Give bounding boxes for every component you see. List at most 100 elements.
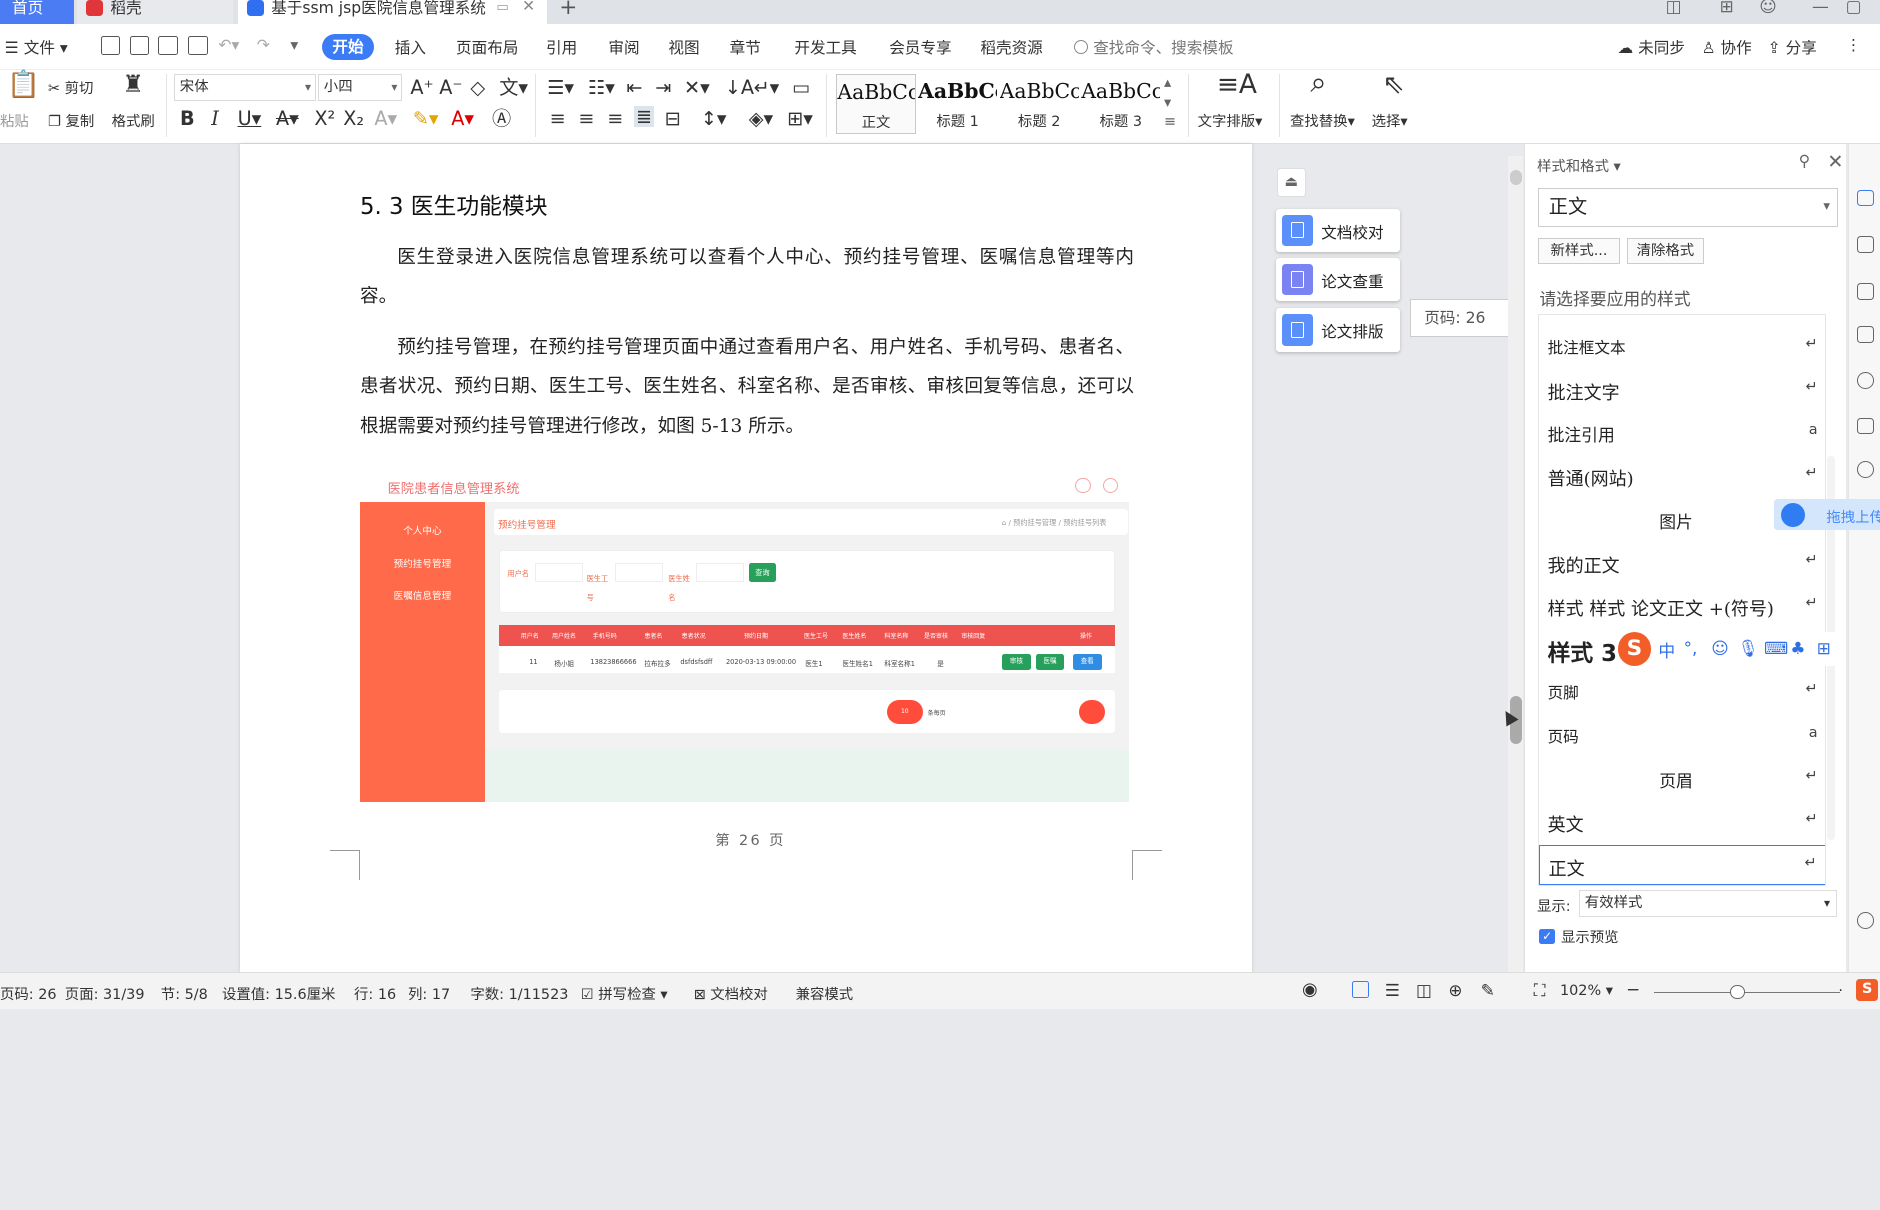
text-layout-icon[interactable]: ≡A xyxy=(1217,72,1257,98)
style-preset-heading3[interactable]: AaBbCc 标题 3 xyxy=(1081,74,1160,134)
menu-chapter[interactable]: 章节 xyxy=(730,36,761,58)
show-preview-checkbox[interactable]: ✓ xyxy=(1539,928,1555,945)
print-preview-icon[interactable] xyxy=(188,36,208,56)
grow-font-icon[interactable]: A⁺ xyxy=(410,76,433,99)
tab-document[interactable]: 基于ssm jsp医院信息管理系统 ▭ ✕ xyxy=(237,0,548,24)
more-tools-icon[interactable] xyxy=(1857,912,1875,929)
bold-icon[interactable]: B xyxy=(180,108,195,130)
reading-view-icon[interactable]: ◫ xyxy=(1416,980,1432,1000)
zoom-in-icon[interactable]: · xyxy=(1838,983,1843,999)
bullet-list-icon[interactable]: ☰▾ xyxy=(547,76,574,99)
drag-upload-badge[interactable]: 拖拽上传 xyxy=(1773,499,1880,531)
ime-language[interactable]: 中 xyxy=(1658,638,1675,662)
format-painter-icon[interactable]: ♜ xyxy=(122,72,144,96)
status-pages[interactable]: 页面: 31/39 xyxy=(65,983,145,1004)
menu-view[interactable]: 视图 xyxy=(668,36,699,58)
font-size-select[interactable]: 小四 xyxy=(318,74,402,101)
subscript-icon[interactable]: X₂ xyxy=(343,108,364,130)
line-spacing-icon[interactable]: ↕▾ xyxy=(701,108,727,130)
clear-format-icon[interactable]: ◇ xyxy=(470,76,485,99)
style-preset-heading2[interactable]: AaBbCcI 标题 2 xyxy=(1000,74,1079,134)
ime-punct-icon[interactable]: °, xyxy=(1684,638,1698,658)
find-icon[interactable]: ⌕ xyxy=(1310,68,1326,97)
maximize-icon[interactable]: ▢ xyxy=(1846,0,1862,16)
align-left-icon[interactable]: ≡ xyxy=(550,108,566,130)
ruler-icon[interactable]: ▭ xyxy=(792,76,810,99)
status-section[interactable]: 节: 5/8 xyxy=(161,983,208,1004)
scroll-up-handle[interactable] xyxy=(1509,170,1522,185)
plagiarism-check-button[interactable]: 论文查重 xyxy=(1275,258,1401,302)
format-painter-label[interactable]: 格式刷 xyxy=(112,110,155,131)
chinese-layout-icon[interactable]: ✕▾ xyxy=(684,76,710,99)
clear-format-button[interactable]: 清除格式 xyxy=(1627,237,1704,264)
style-list-item[interactable]: 我的正文 ↵ xyxy=(1539,542,1825,583)
web-view-icon[interactable]: ⊕ xyxy=(1448,980,1462,1000)
cut-button[interactable]: ✂ 剪切 xyxy=(48,77,93,98)
numbered-list-icon[interactable]: ☷▾ xyxy=(588,76,615,99)
user-avatar-icon[interactable]: ☺ xyxy=(1759,0,1777,16)
style-list-item[interactable]: 批注框文本 ↵ xyxy=(1539,326,1825,367)
new-tab-icon[interactable]: + xyxy=(559,0,577,20)
vertical-scrollbar[interactable] xyxy=(1508,156,1523,972)
tab-close-icon[interactable]: ✕ xyxy=(522,0,535,14)
edit-pen-icon[interactable] xyxy=(1857,236,1875,254)
magic-icon[interactable] xyxy=(1857,189,1875,207)
text-layout-button[interactable]: 文字排版▾ xyxy=(1198,110,1263,131)
menu-page-layout[interactable]: 页面布局 xyxy=(456,36,518,58)
zoom-select[interactable]: 102% ▾ xyxy=(1560,983,1613,999)
collab-button[interactable]: ♙ 协作 xyxy=(1702,36,1752,58)
menu-developer[interactable]: 开发工具 xyxy=(794,36,856,58)
pin-icon[interactable]: ⚲ xyxy=(1799,152,1810,170)
status-col[interactable]: 列: 17 xyxy=(408,983,450,1004)
font-name-select[interactable]: 宋体 xyxy=(174,74,316,101)
text-effect-icon[interactable]: A▾ xyxy=(374,108,397,130)
save-icon[interactable] xyxy=(100,36,120,56)
find-replace-button[interactable]: 查找替换▾ xyxy=(1290,110,1355,131)
zoom-slider-handle[interactable] xyxy=(1730,985,1745,1000)
new-style-button[interactable]: 新样式... xyxy=(1538,237,1620,264)
zoom-slider-track[interactable] xyxy=(1653,992,1840,994)
copy-button[interactable]: ❐ 复制 xyxy=(48,110,94,131)
current-style-select[interactable]: 正文 xyxy=(1538,188,1839,227)
style-preset-heading1[interactable]: AaBbCcI 标题 1 xyxy=(918,74,997,134)
paste-icon[interactable]: 📋 xyxy=(7,72,40,98)
style-list-item[interactable]: 英文 ↵ xyxy=(1539,801,1825,842)
outline-view-icon[interactable]: ☰ xyxy=(1385,980,1400,1000)
write-view-icon[interactable]: ✎ xyxy=(1481,980,1495,1000)
image-icon[interactable] xyxy=(1857,417,1875,435)
sync-button[interactable]: ☁ 未同步 xyxy=(1618,36,1685,58)
more-menu-icon[interactable]: ⋮ xyxy=(1846,36,1862,54)
paragraph[interactable]: 医生登录进入医院信息管理系统可以查看个人中心、预约挂号管理、医嘱信息管理等内容。 xyxy=(360,238,1134,317)
export-pdf-icon[interactable] xyxy=(129,36,149,56)
thesis-layout-button[interactable]: 论文排版 xyxy=(1275,308,1401,352)
show-filter-select[interactable]: 有效样式 xyxy=(1579,890,1837,917)
strikethrough-icon[interactable]: A▾ xyxy=(276,108,299,130)
proofread-button[interactable]: 文档校对 xyxy=(1275,208,1401,252)
status-proof-button[interactable]: ⊠ 文档校对 xyxy=(694,983,768,1004)
italic-icon[interactable]: I xyxy=(211,108,219,130)
decrease-indent-icon[interactable]: ⇤ xyxy=(626,76,642,99)
menu-review[interactable]: 审阅 xyxy=(608,36,639,58)
settings-slider-icon[interactable] xyxy=(1857,326,1875,344)
style-preset-normal[interactable]: AaBbCcD 正文 xyxy=(836,74,916,135)
select-cursor-icon[interactable]: ⇖ xyxy=(1382,72,1404,98)
distributed-icon[interactable]: ⊟ xyxy=(665,108,681,130)
status-word-count[interactable]: 字数: 1/11523 xyxy=(470,983,568,1004)
document-page[interactable]: 5. 3 医生功能模块 医生登录进入医院信息管理系统可以查看个人中心、预约挂号管… xyxy=(240,144,1252,972)
minimize-icon[interactable]: — xyxy=(1812,0,1829,16)
share-button[interactable]: ⇪ 分享 xyxy=(1768,36,1817,58)
ime-tools-icon[interactable]: ⊞ xyxy=(1817,638,1831,658)
superscript-icon[interactable]: X² xyxy=(314,108,335,130)
style-list-item[interactable]: 页眉 ↵ xyxy=(1539,758,1825,799)
style-list[interactable]: 批注框文本 ↵ 批注文字 ↵ 批注引用 a 普通(网站) ↵ 图片 ↵ 我的正文 ↵ 样式 … xyxy=(1538,314,1827,886)
spell-check-button[interactable]: ☑ 拼写检查 ▾ xyxy=(581,983,668,1004)
quick-access-more-icon[interactable]: ▾ xyxy=(290,36,298,54)
command-search[interactable]: 查找命令、搜索模板 xyxy=(1074,36,1234,58)
shrink-font-icon[interactable]: A⁻ xyxy=(439,76,462,99)
help-icon[interactable] xyxy=(1857,372,1875,389)
font-color-icon[interactable]: A▾ xyxy=(451,108,474,130)
section-heading[interactable]: 5. 3 医生功能模块 xyxy=(360,188,548,221)
sogou-tray-icon[interactable]: S xyxy=(1856,979,1878,1001)
zoom-out-icon[interactable]: − xyxy=(1626,979,1640,999)
status-page-number[interactable]: 页码: 26 xyxy=(0,983,57,1004)
